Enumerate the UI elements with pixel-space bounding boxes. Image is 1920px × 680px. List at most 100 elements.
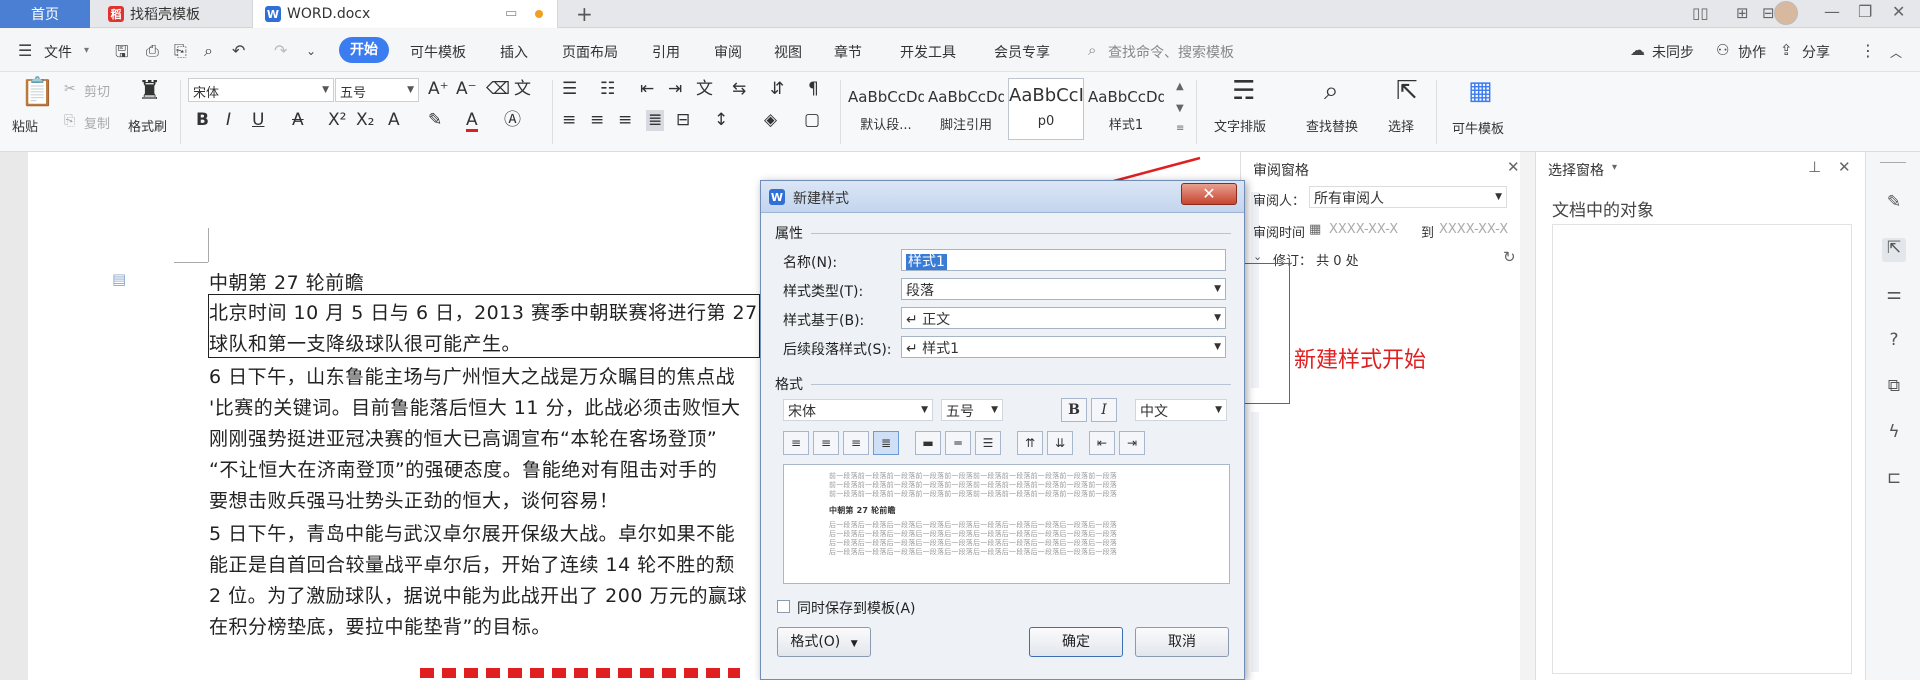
find-replace-button[interactable]: 查找替换 bbox=[1306, 116, 1358, 135]
undo-icon[interactable]: ↶ bbox=[232, 41, 245, 60]
more-icon[interactable]: ⋮ bbox=[1860, 41, 1876, 60]
dialog-bold-button[interactable]: B bbox=[1061, 398, 1087, 422]
line-spacing-icon[interactable]: ↕ bbox=[714, 112, 728, 129]
adjust-icon[interactable]: ⚌ bbox=[1882, 284, 1906, 308]
style-style1[interactable]: AaBbCcDd 样式1 bbox=[1088, 78, 1164, 140]
menu-view[interactable]: 视图 bbox=[774, 42, 802, 62]
chevron-down-icon[interactable]: ▾ bbox=[1612, 162, 1617, 173]
shrink-font-icon[interactable]: A⁻ bbox=[456, 81, 477, 98]
time-to-input[interactable]: XXXX-XX-X bbox=[1439, 222, 1508, 237]
font-color-icon[interactable]: A bbox=[466, 112, 478, 132]
dlg-onehalf-space-icon[interactable]: ═ bbox=[945, 431, 971, 455]
paste-button[interactable]: 粘贴 bbox=[12, 116, 38, 135]
underline-icon[interactable]: U bbox=[252, 112, 264, 129]
tab-template[interactable]: 稻 找稻壳模板 bbox=[98, 0, 248, 28]
menu-insert[interactable]: 插入 bbox=[500, 42, 528, 62]
close-window-icon[interactable]: ✕ bbox=[1892, 2, 1905, 21]
dlg-decrease-indent-icon[interactable]: ⇤ bbox=[1089, 431, 1115, 455]
dialog-close-button[interactable]: ✕ bbox=[1181, 183, 1237, 205]
print-icon[interactable]: ⎘ bbox=[174, 41, 187, 61]
restore-icon[interactable]: ❐ bbox=[1858, 2, 1872, 21]
refresh-icon[interactable]: ↻ bbox=[1503, 248, 1516, 266]
dlg-justify-icon[interactable]: ≣ bbox=[873, 431, 899, 455]
font-size-select[interactable]: 五号 ▼ bbox=[335, 78, 419, 102]
shading-icon[interactable]: ◈ bbox=[764, 112, 777, 129]
strikethrough-icon[interactable]: A bbox=[292, 112, 304, 129]
avatar[interactable] bbox=[1774, 1, 1798, 25]
align-right-icon[interactable]: ≡ bbox=[618, 112, 632, 129]
justify-icon[interactable]: ≣ bbox=[646, 110, 665, 131]
more-styles-icon[interactable]: ≡ bbox=[1176, 124, 1184, 134]
numbered-list-icon[interactable]: ☷ bbox=[600, 81, 615, 98]
superscript-icon[interactable]: X² bbox=[328, 112, 346, 129]
menu-member[interactable]: 会员专享 bbox=[994, 42, 1050, 62]
style-p0[interactable]: AaBbCcI p0 bbox=[1008, 78, 1084, 140]
border-icon[interactable]: ▢ bbox=[804, 112, 820, 129]
dlg-space-after-icon[interactable]: ⇊ bbox=[1047, 431, 1073, 455]
tab-document[interactable]: W WORD.docx ▭ bbox=[252, 0, 558, 28]
based-on-select[interactable]: ↵ 正文 ▼ bbox=[901, 307, 1226, 329]
chevron-down-icon[interactable]: ⌄ bbox=[1253, 250, 1262, 263]
flash-icon[interactable]: ϟ bbox=[1882, 422, 1906, 446]
increase-indent-icon[interactable]: ⇥ bbox=[668, 81, 682, 98]
next-style-select[interactable]: ↵ 样式1 ▼ bbox=[901, 336, 1226, 358]
share-button[interactable]: 分享 bbox=[1802, 42, 1830, 62]
bold-icon[interactable]: B bbox=[196, 112, 209, 129]
paragraph-handle-icon[interactable]: ▤ bbox=[112, 270, 126, 288]
collapse-ribbon-icon[interactable]: ︿ bbox=[1890, 44, 1902, 61]
edit-pen-icon[interactable]: ✎ bbox=[1882, 192, 1906, 216]
close-icon[interactable]: ✕ bbox=[1838, 158, 1851, 176]
scroll-up-icon[interactable]: ▲ bbox=[1176, 82, 1184, 92]
dlg-single-space-icon[interactable]: ▬ bbox=[915, 431, 941, 455]
minimize-icon[interactable]: — bbox=[1824, 2, 1840, 21]
phonetic-icon[interactable]: 文 bbox=[514, 81, 531, 98]
chinese-layout-icon[interactable]: 文 bbox=[696, 81, 713, 98]
style-type-select[interactable]: 段落 ▼ bbox=[901, 278, 1226, 300]
copy-button[interactable]: 复制 bbox=[84, 113, 110, 132]
dlg-align-center-icon[interactable]: ≡ bbox=[813, 431, 839, 455]
objects-list[interactable] bbox=[1552, 224, 1852, 674]
save-icon[interactable]: 🖫 bbox=[115, 41, 129, 68]
sort-icon[interactable]: ⇵ bbox=[770, 81, 784, 98]
dlg-align-right-icon[interactable]: ≡ bbox=[843, 431, 869, 455]
customize-icon[interactable]: ⌄ bbox=[306, 44, 316, 58]
calendar-icon[interactable]: ▦ bbox=[1309, 222, 1321, 237]
menu-file[interactable]: 文件 bbox=[44, 42, 72, 62]
book-icon[interactable]: ⊏ bbox=[1882, 468, 1906, 492]
menu-kn-template[interactable]: 可牛模板 bbox=[410, 42, 466, 62]
export-pdf-icon[interactable]: ⎙ bbox=[146, 41, 159, 61]
style-default[interactable]: AaBbCcDd 默认段... bbox=[848, 78, 924, 140]
skin-icon[interactable]: ⊟ bbox=[1762, 4, 1775, 22]
print-preview-icon[interactable]: ⌕ bbox=[204, 41, 213, 61]
menu-reference[interactable]: 引用 bbox=[652, 42, 680, 62]
image-tools-icon[interactable]: ⧉ bbox=[1882, 376, 1906, 400]
collab-button[interactable]: 协作 bbox=[1738, 42, 1766, 62]
dialog-titlebar[interactable]: W 新建样式 ✕ bbox=[761, 181, 1244, 213]
reviewer-select[interactable]: 所有审阅人 ▼ bbox=[1309, 186, 1507, 208]
distribute-icon[interactable]: ⊟ bbox=[676, 112, 690, 129]
text-direction-icon[interactable]: ⇆ bbox=[732, 81, 746, 98]
cut-button[interactable]: 剪切 bbox=[84, 81, 110, 100]
bullet-list-icon[interactable]: ☰ bbox=[562, 81, 577, 98]
select-cursor-icon[interactable]: ⇱ bbox=[1882, 238, 1906, 262]
select-button[interactable]: 选择 bbox=[1388, 116, 1414, 135]
time-from-input[interactable]: XXXX-XX-X bbox=[1329, 222, 1398, 237]
dialog-size-select[interactable]: 五号 ▼ bbox=[941, 399, 1003, 421]
tab-start[interactable]: 开始 bbox=[339, 37, 389, 63]
dlg-space-before-icon[interactable]: ⇈ bbox=[1017, 431, 1043, 455]
menu-page-layout[interactable]: 页面布局 bbox=[562, 42, 618, 62]
close-icon[interactable]: ✕ bbox=[1507, 158, 1520, 176]
paste-icon[interactable]: 📋 bbox=[20, 78, 55, 106]
redo-icon[interactable]: ↷ bbox=[274, 41, 287, 60]
decrease-indent-icon[interactable]: ⇤ bbox=[640, 81, 654, 98]
style-footnote[interactable]: AaBbCcDd 脚注引用 bbox=[928, 78, 1004, 140]
clear-format-icon[interactable]: ⌫ bbox=[486, 81, 510, 98]
monitor-icon[interactable]: ▭ bbox=[505, 6, 517, 21]
tab-home[interactable]: 首页 bbox=[0, 0, 90, 28]
command-search-input[interactable]: 查找命令、搜索模板 bbox=[1108, 42, 1234, 62]
apps-grid-icon[interactable]: ⊞ bbox=[1736, 4, 1749, 22]
kn-template-button[interactable]: 可牛模板 bbox=[1452, 118, 1504, 137]
format-painter-button[interactable]: 格式刷 bbox=[128, 116, 167, 135]
new-tab-button[interactable]: + bbox=[576, 0, 593, 28]
grow-font-icon[interactable]: A⁺ bbox=[428, 81, 449, 98]
